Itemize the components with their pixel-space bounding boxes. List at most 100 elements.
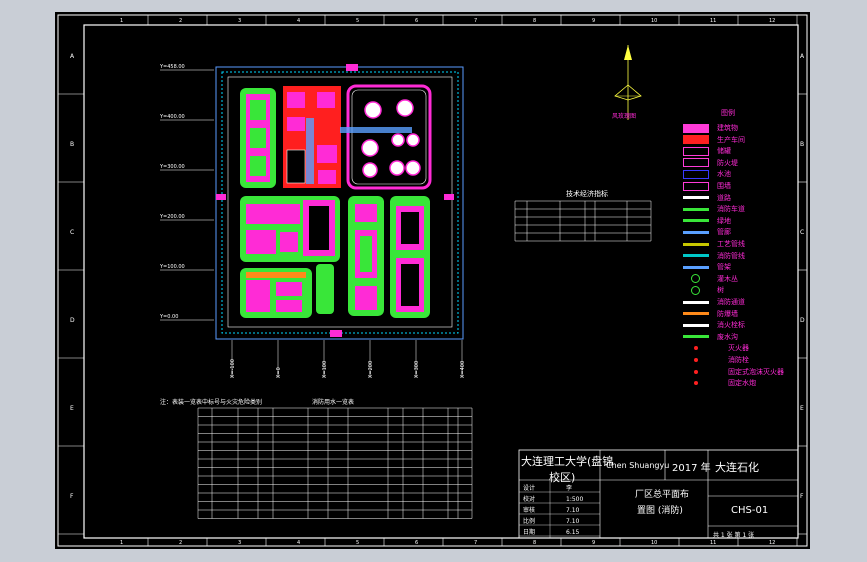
water-cannon-icon [694,381,698,386]
border-letter-left: E [70,405,74,412]
table2-caption: 注：表装一览表中标号与火灾危险类别 [160,398,262,406]
workshop-building [317,145,337,163]
legend-label: 防火堤 [717,158,738,167]
border-number-bottom: 2 [179,540,182,546]
tb-designer: Chen Shuangyu [606,461,670,470]
tb-row-value: 1:500 [566,496,583,503]
legend-item: 防火堤 [683,157,738,169]
border-number-bottom: 10 [651,540,657,546]
control-room [286,149,306,184]
blast-wall [246,272,306,278]
hydrant-flag-icon [683,323,709,327]
coord-label-x: X=-100 [230,359,236,378]
coord-label-x: X=400 [460,361,466,378]
storage-tank [396,99,414,117]
tb-company: 大连石化 [715,461,759,474]
legend-item: 生产车间 [683,134,745,146]
coord-label-y: Y=400.00 [159,114,185,120]
building-court [250,128,266,148]
shrub-icon [691,274,700,284]
legend-item: 储罐 [683,145,731,157]
road-icon [683,196,709,200]
legend-label: 树 [717,286,724,295]
legend-item: 灌木丛 [683,273,738,285]
storage-tank [406,133,420,147]
tank-icon [683,146,709,156]
legend-item: 防爆墙 [683,308,738,320]
border-letter-right: D [800,317,805,324]
legend-label: 围墙 [717,182,731,190]
border-number-bottom: 3 [238,540,241,546]
storage-tank [362,162,378,178]
tb-row-value: 7.10 [566,518,580,525]
table1-title: 技术经济指标 [566,189,608,198]
coord-label-x: X=100 [322,361,328,378]
legend-item: 绿地 [683,215,731,227]
pipe-rack-horizontal [340,127,412,133]
legend-label: 固定水炮 [728,379,756,388]
gate-west [216,194,226,200]
legend-title: 图例 [721,109,735,117]
border-letter-right: C [800,229,804,236]
border-number-top: 10 [651,18,657,24]
tb-school: 大连理工大学(盘锦 [521,455,614,468]
border-number-top: 8 [533,18,536,24]
wall-icon [683,181,709,191]
legend-label: 管廊 [717,228,731,237]
border-letter-right: F [800,493,804,500]
legend-item: 废水沟 [683,331,738,343]
office-court [401,264,419,306]
tb-row-label: 设计 [523,484,535,492]
coord-label-x: X=200 [368,361,374,378]
tb-row-label: 日期 [523,528,535,536]
building-court [250,100,266,120]
border-letter-left: B [70,141,74,148]
blast-wall-icon [683,312,709,316]
border-number-top: 4 [297,18,300,24]
fire-station [355,286,377,310]
border-number-bottom: 11 [710,540,716,546]
legend-item: 固定水炮 [683,377,756,389]
fire-pipe-icon [683,254,709,258]
foam-icon [694,369,698,374]
border-number-top: 12 [769,18,775,24]
tb-sheet-info: 共 1 张 第 1 张 [713,532,755,539]
legend-item: 消防通道 [683,296,745,308]
coord-label-y: Y=300.00 [159,164,185,170]
tree-icon [691,285,700,295]
storage-tank [391,133,405,147]
workshop-icon [683,135,709,145]
tb-year: 2017 年 [672,463,711,474]
utility-building [246,204,300,224]
table2-title: 消防用水一览表 [312,398,354,406]
legend-item: 水池 [683,168,731,180]
legend-label: 灌木丛 [717,274,738,283]
substation [246,280,270,312]
storage-tank [364,101,382,119]
legend-label: 建筑物 [717,124,738,132]
tb-school-2: 校区) [549,471,576,484]
legend-label: 管架 [717,263,731,272]
workshop-building [318,170,336,184]
legend-item: 工艺管线 [683,238,745,250]
tb-row-label: 审核 [523,506,535,514]
admin-court [401,212,419,244]
tb-row-label: 校对 [523,495,535,503]
pipeline-icon [683,242,709,246]
building-court [250,156,266,176]
border-number-bottom: 4 [297,540,300,546]
pump-house [355,204,377,222]
coord-label-x: X=300 [414,361,420,378]
legend-label: 固定式泡沫灭火器 [728,367,784,376]
legend-label: 道路 [717,193,731,202]
border-letter-right: B [800,141,804,148]
building-icon [683,123,709,133]
coord-label-y: Y=0.00 [159,314,178,320]
fire-lane-icon [683,207,709,211]
border-number-top: 9 [592,18,595,24]
tb-row-value: 7.10 [566,507,580,514]
legend-label: 消防车道 [717,205,745,214]
pipe-rack-icon [683,230,709,234]
legend-item: 消防管线 [683,250,745,262]
legend-item: 灭火器 [683,342,749,354]
